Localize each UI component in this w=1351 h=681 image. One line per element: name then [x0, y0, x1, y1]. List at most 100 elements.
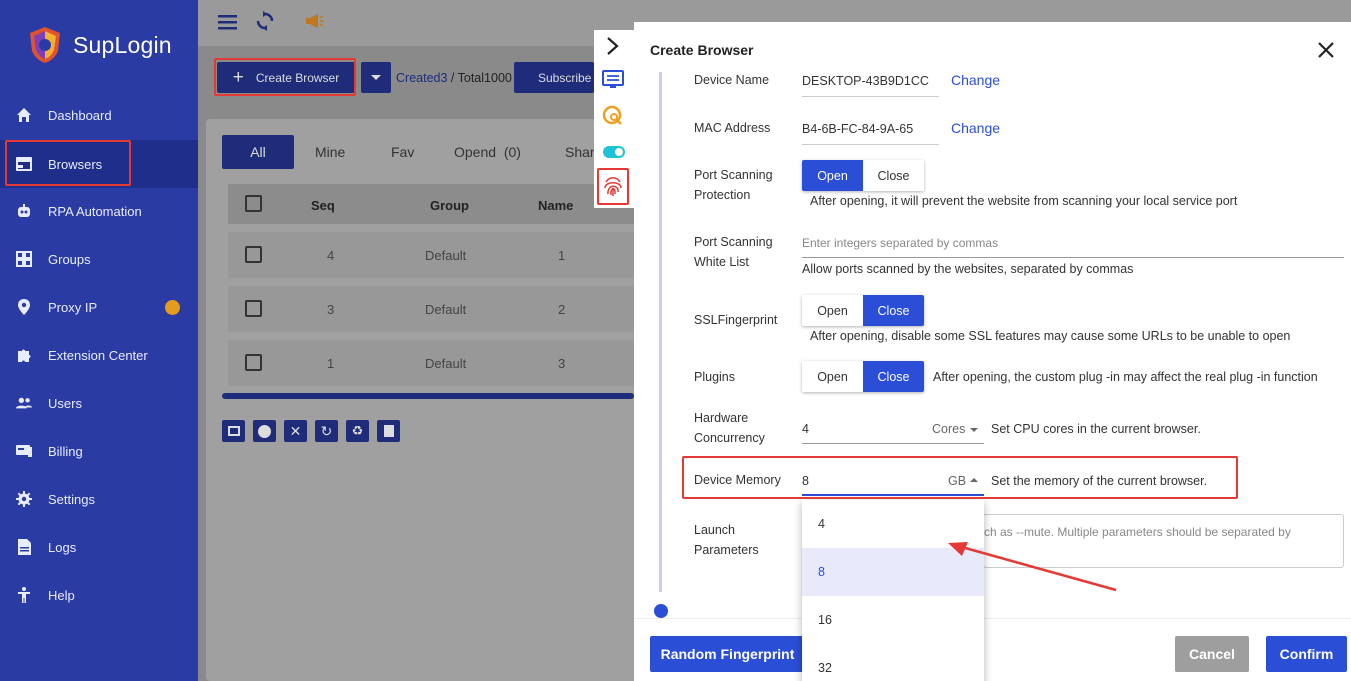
- tab-share[interactable]: Shar: [565, 135, 595, 169]
- sidebar-item-proxy-ip[interactable]: Proxy IP: [0, 283, 198, 331]
- created-count[interactable]: Created3: [396, 71, 447, 85]
- select-all-checkbox[interactable]: [245, 195, 262, 212]
- tab-all[interactable]: All: [222, 135, 294, 169]
- device-memory-highlight-box: [682, 456, 1238, 499]
- cell-group: Default: [425, 302, 467, 317]
- home-icon: [16, 107, 32, 123]
- ssl-close-button[interactable]: Close: [863, 295, 924, 326]
- cancel-button[interactable]: Cancel: [1175, 636, 1249, 672]
- sidebar-item-label: Logs: [48, 539, 77, 555]
- memory-option[interactable]: 16: [802, 596, 984, 644]
- plugins-close-button[interactable]: Close: [863, 361, 924, 392]
- browsers-highlight-box: [5, 140, 131, 186]
- hardware-concurrency-label: Hardware Concurrency: [694, 408, 765, 448]
- window-icon: [227, 426, 240, 436]
- refresh-icon[interactable]: [256, 11, 274, 31]
- sidebar-item-groups[interactable]: Groups: [0, 235, 198, 283]
- fingerprint-highlight-box: [597, 168, 629, 205]
- menu-icon[interactable]: [218, 14, 237, 30]
- plugins-open-button[interactable]: Open: [802, 361, 863, 392]
- location-search-icon[interactable]: [602, 105, 624, 127]
- sidebar-item-label: Billing: [48, 443, 83, 459]
- table-scrollbar[interactable]: [222, 393, 634, 399]
- announcement-icon[interactable]: [304, 13, 324, 29]
- sidebar-item-label: Help: [48, 587, 75, 603]
- port-whitelist-input[interactable]: Enter integers separated by commas: [802, 236, 1344, 258]
- chevron-right-icon[interactable]: [605, 36, 619, 56]
- label-line: Port Scanning: [694, 168, 773, 182]
- sidebar-item-logs[interactable]: Logs: [0, 523, 198, 571]
- sidebar-item-rpa-automation[interactable]: RPA Automation: [0, 187, 198, 235]
- row-checkbox[interactable]: [245, 300, 262, 317]
- port-scan-close-button[interactable]: Close: [863, 160, 924, 191]
- sidebar-item-label: Dashboard: [48, 107, 112, 123]
- label-line: Port Scanning: [694, 235, 773, 249]
- label-line: Protection: [694, 188, 751, 202]
- launch-parameters-placeholder: ch as --mute. Multiple parameters should…: [984, 525, 1291, 539]
- close-icon[interactable]: [1316, 40, 1336, 60]
- change-device-name-link[interactable]: Change: [951, 72, 1000, 88]
- mac-address-label: MAC Address: [694, 121, 771, 135]
- hardware-concurrency-select[interactable]: 4: [802, 422, 809, 436]
- random-fingerprint-button[interactable]: Random Fingerprint: [650, 636, 805, 672]
- ssl-open-button[interactable]: Open: [802, 295, 863, 326]
- label-line: Hardware: [694, 411, 749, 425]
- row-checkbox[interactable]: [245, 354, 262, 371]
- confirm-button[interactable]: Confirm: [1266, 636, 1347, 672]
- sidebar-item-billing[interactable]: Billing: [0, 427, 198, 475]
- sidebar-item-extension-center[interactable]: Extension Center: [0, 331, 198, 379]
- create-browser-dropdown-button[interactable]: [361, 62, 391, 93]
- subscribe-label: Subscribe: [538, 70, 592, 85]
- users-icon: [16, 395, 32, 411]
- sidebar-item-help[interactable]: Help: [0, 571, 198, 619]
- app-logo[interactable]: SupLogin: [26, 25, 172, 65]
- tab-label: Mine: [315, 144, 346, 160]
- tab-fav[interactable]: Fav: [391, 135, 414, 169]
- caret-down-icon[interactable]: [970, 428, 978, 432]
- row-checkbox[interactable]: [245, 246, 262, 263]
- label-line: Concurrency: [694, 431, 765, 445]
- toggle-icon[interactable]: [603, 146, 625, 158]
- close-circle-icon: [258, 424, 271, 438]
- monitor-settings-icon[interactable]: [602, 70, 624, 90]
- tab-mine[interactable]: Mine: [315, 135, 345, 169]
- tab-opend[interactable]: Opend (0): [454, 135, 521, 169]
- recycle-button[interactable]: ♻: [346, 420, 369, 442]
- dialog-footer: Random Fingerprint Cancel Confirm: [634, 618, 1351, 681]
- trash-button[interactable]: [377, 420, 400, 442]
- column-header-name[interactable]: Name: [538, 198, 573, 213]
- table-row[interactable]: 4 Default 1: [228, 232, 648, 278]
- shield-logo-icon: [30, 27, 60, 63]
- mac-address-value: B4-6B-FC-84-9A-65: [802, 122, 914, 136]
- table-row[interactable]: 1 Default 3: [228, 340, 648, 386]
- table-row[interactable]: 3 Default 2: [228, 286, 648, 332]
- hardware-concurrency-underline: [802, 443, 984, 444]
- subscribe-button[interactable]: Subscribe: [514, 62, 594, 93]
- tab-label: Fav: [391, 144, 415, 160]
- restore-button[interactable]: ↻: [315, 420, 338, 442]
- caret-down-icon: [371, 75, 381, 80]
- cell-group: Default: [425, 356, 467, 371]
- sidebar-item-label: Proxy IP: [48, 299, 98, 315]
- dialog-title: Create Browser: [650, 42, 754, 58]
- port-scan-open-button[interactable]: Open: [802, 160, 863, 191]
- change-mac-address-link[interactable]: Change: [951, 120, 1000, 136]
- column-header-seq[interactable]: Seq: [311, 198, 335, 213]
- port-scan-protection-hint: After opening, it will prevent the websi…: [810, 194, 1238, 208]
- port-scan-whitelist-label: Port Scanning White List: [694, 232, 773, 272]
- cell-seq: 3: [327, 302, 335, 317]
- close-all-button[interactable]: [253, 420, 276, 442]
- delete-x-button[interactable]: ✕: [284, 420, 307, 442]
- sidebar-item-settings[interactable]: Settings: [0, 475, 198, 523]
- ssl-fingerprint-label: SSLFingerprint: [694, 313, 778, 327]
- column-header-group[interactable]: Group: [430, 198, 469, 213]
- port-whitelist-underline: [802, 257, 1344, 258]
- ssl-fingerprint-toggle: Open Close: [802, 295, 924, 326]
- sidebar-item-dashboard[interactable]: Dashboard: [0, 91, 198, 139]
- sidebar-item-users[interactable]: Users: [0, 379, 198, 427]
- launch-parameters-label: Launch Parameters: [694, 520, 759, 560]
- open-window-button[interactable]: [222, 420, 245, 442]
- port-whitelist-hint: Allow ports scanned by the websites, sep…: [802, 262, 1134, 276]
- billing-icon: [16, 443, 32, 459]
- memory-option[interactable]: 32: [802, 644, 984, 681]
